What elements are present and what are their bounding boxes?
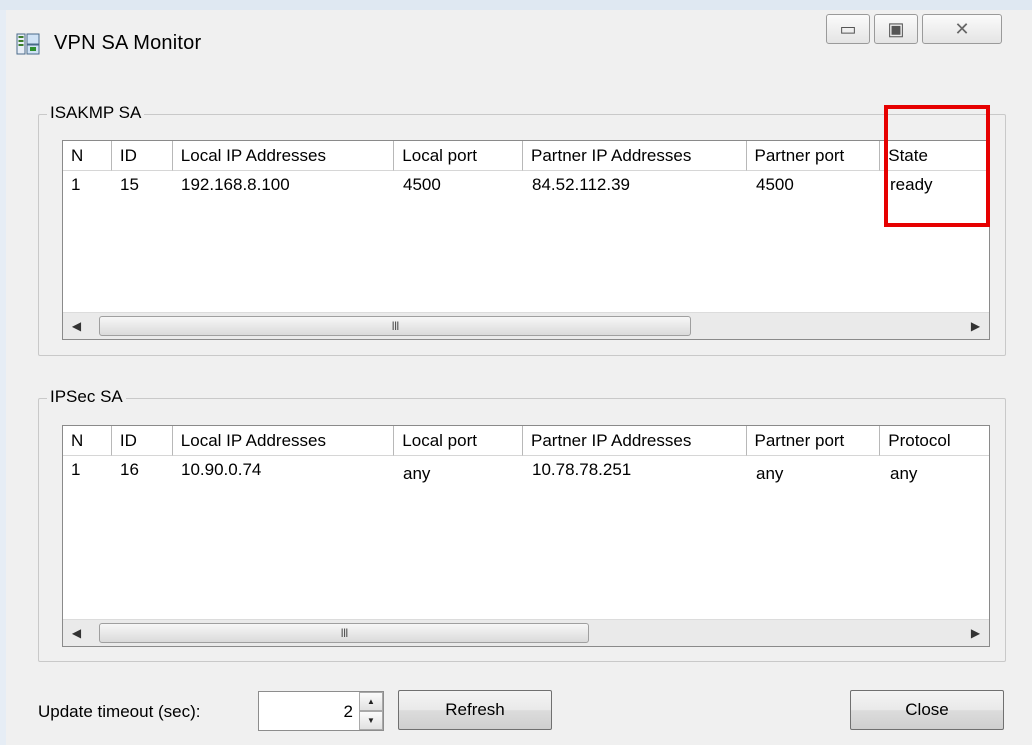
minimize-icon: ▭ bbox=[839, 18, 857, 39]
ipsec-cell-local-port: any bbox=[403, 464, 431, 483]
isakmp-col-partner-port[interactable]: Partner port bbox=[746, 141, 881, 171]
close-button-label: Close bbox=[905, 700, 949, 719]
ipsec-cell-local-ip: 10.90.0.74 bbox=[181, 460, 262, 479]
ipsec-col-local-ip[interactable]: Local IP Addresses bbox=[172, 426, 395, 456]
ipsec-horizontal-scrollbar[interactable]: ◀ III ▶ bbox=[63, 619, 989, 646]
isakmp-cell-local-port: 4500 bbox=[403, 175, 441, 194]
ipsec-col-partner-ip[interactable]: Partner IP Addresses bbox=[523, 426, 747, 456]
maximize-icon: ▣ bbox=[887, 18, 905, 39]
update-timeout-value[interactable]: 2 bbox=[344, 702, 353, 722]
isakmp-col-id[interactable]: ID bbox=[111, 141, 173, 171]
isakmp-cell-partner-port: 4500 bbox=[756, 175, 794, 194]
isakmp-col-local-ip[interactable]: Local IP Addresses bbox=[172, 141, 395, 171]
scroll-left-icon[interactable]: ◀ bbox=[63, 313, 90, 339]
isakmp-scroll-thumb[interactable]: III bbox=[99, 316, 691, 336]
isakmp-list-header: N ID Local IP Addresses Local port Partn… bbox=[63, 141, 989, 171]
close-window-button[interactable]: ✕ bbox=[922, 14, 1002, 44]
isakmp-sa-group-title: ISAKMP SA bbox=[47, 103, 145, 123]
window-controls: ▭ ▣ ✕ bbox=[822, 14, 1002, 46]
close-button[interactable]: Close bbox=[850, 690, 1004, 730]
isakmp-cell-id: 15 bbox=[120, 175, 139, 194]
maximize-button[interactable]: ▣ bbox=[874, 14, 918, 44]
spinner-buttons: ▲ ▼ bbox=[359, 692, 383, 730]
close-icon: ✕ bbox=[954, 18, 970, 39]
isakmp-cell-n: 1 bbox=[71, 175, 81, 194]
ipsec-col-local-port[interactable]: Local port bbox=[394, 426, 524, 456]
ipsec-col-n[interactable]: N bbox=[63, 426, 112, 456]
isakmp-row[interactable]: 1 15 192.168.8.100 4500 84.52.112.39 450… bbox=[63, 171, 989, 199]
ipsec-sa-list[interactable]: N ID Local IP Addresses Local port Partn… bbox=[62, 425, 990, 647]
minimize-button[interactable]: ▭ bbox=[826, 14, 870, 44]
scroll-right-icon[interactable]: ▶ bbox=[962, 620, 989, 646]
spin-up-icon[interactable]: ▲ bbox=[359, 692, 383, 711]
update-timeout-spinner[interactable]: 2 ▲ ▼ bbox=[258, 691, 384, 731]
isakmp-cell-partner-ip: 84.52.112.39 bbox=[532, 175, 630, 194]
window-left-edge bbox=[0, 10, 6, 745]
isakmp-sa-list[interactable]: N ID Local IP Addresses Local port Partn… bbox=[62, 140, 990, 340]
refresh-button-label: Refresh bbox=[445, 700, 505, 719]
ipsec-col-protocol[interactable]: Protocol bbox=[880, 426, 989, 456]
ipsec-sa-group-title: IPSec SA bbox=[47, 387, 126, 407]
ipsec-cell-partner-ip: 10.78.78.251 bbox=[532, 460, 632, 479]
window-title: VPN SA Monitor bbox=[54, 32, 202, 54]
isakmp-col-n[interactable]: N bbox=[63, 141, 112, 171]
ipsec-cell-partner-port: any bbox=[756, 464, 784, 483]
ipsec-col-id[interactable]: ID bbox=[111, 426, 173, 456]
ipsec-row[interactable]: 1 16 10.90.0.74 any 10.78.78.251 any any bbox=[63, 456, 989, 484]
spin-down-icon[interactable]: ▼ bbox=[359, 711, 383, 730]
isakmp-horizontal-scrollbar[interactable]: ◀ III ▶ bbox=[63, 312, 989, 339]
update-timeout-label: Update timeout (sec): bbox=[38, 702, 201, 721]
monitor-app-icon bbox=[16, 33, 40, 55]
isakmp-cell-local-ip: 192.168.8.100 bbox=[181, 175, 290, 194]
scroll-right-icon[interactable]: ▶ bbox=[962, 313, 989, 339]
ipsec-scroll-thumb[interactable]: III bbox=[99, 623, 589, 643]
isakmp-col-partner-ip[interactable]: Partner IP Addresses bbox=[523, 141, 747, 171]
scroll-left-icon[interactable]: ◀ bbox=[63, 620, 90, 646]
isakmp-col-local-port[interactable]: Local port bbox=[394, 141, 524, 171]
ipsec-cell-n: 1 bbox=[71, 460, 81, 479]
ipsec-col-partner-port[interactable]: Partner port bbox=[746, 426, 881, 456]
ipsec-cell-protocol: any bbox=[890, 464, 918, 483]
refresh-button[interactable]: Refresh bbox=[398, 690, 552, 730]
ipsec-list-header: N ID Local IP Addresses Local port Partn… bbox=[63, 426, 989, 456]
ipsec-cell-id: 16 bbox=[120, 460, 139, 479]
state-column-highlight bbox=[884, 105, 990, 227]
